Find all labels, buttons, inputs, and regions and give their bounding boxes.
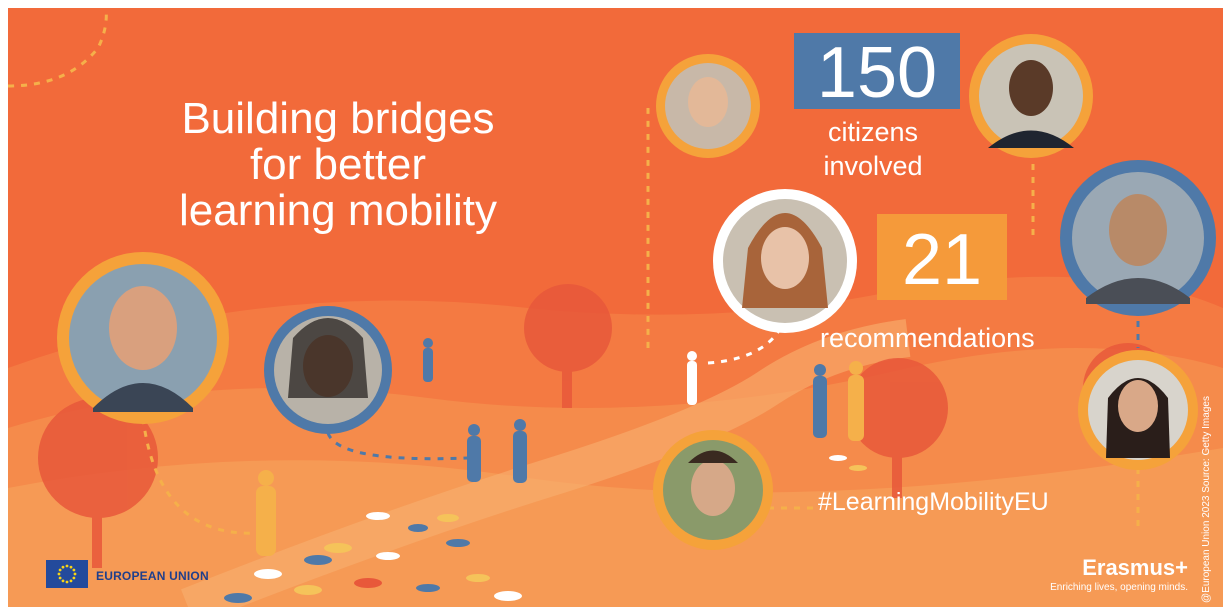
- eu-flag-icon: [46, 560, 88, 588]
- headline-line-2: for better: [249, 140, 427, 189]
- portrait-man-scarf: [1060, 160, 1216, 316]
- image-credit: @European Union 2023 Source: Getty Image…: [1201, 396, 1212, 603]
- stat-citizens-number-box: 150: [794, 33, 960, 109]
- portrait-young-man: [653, 430, 773, 550]
- stat-citizens-label: citizens involved: [798, 115, 948, 183]
- portrait-man-suit: [969, 34, 1093, 158]
- stat-citizens-label-line-2: involved: [823, 151, 923, 181]
- headline: Building bridges for better learning mob…: [148, 96, 528, 234]
- banner: Building bridges for better learning mob…: [8, 8, 1223, 607]
- erasmus-logo-name: Erasmus+: [1082, 555, 1188, 580]
- headline-line-3: learning mobility: [179, 186, 497, 235]
- stat-recommendations-label-text: recommendations: [820, 323, 1035, 353]
- portrait-woman-redhair: [713, 189, 857, 333]
- stat-citizens-number: 150: [816, 33, 938, 113]
- portrait-woman-darkhair: [1078, 350, 1198, 470]
- portrait-woman-sunglasses: [264, 306, 392, 434]
- stat-citizens-label-line-1: citizens: [827, 117, 919, 147]
- eu-label: EUROPEAN UNION: [96, 569, 209, 583]
- stat-recommendations-number-box: 21: [877, 214, 1007, 300]
- headline-line-1: Building bridges: [181, 94, 495, 143]
- stat-recommendations-label: recommendations: [820, 321, 1080, 355]
- hashtag: #LearningMobilityEU: [818, 488, 1049, 516]
- portrait-woman-smiling: [656, 54, 760, 158]
- stat-recommendations-number: 21: [901, 220, 983, 300]
- portrait-man-beard: [57, 252, 229, 424]
- erasmus-tagline: Enriching lives, opening minds.: [1050, 582, 1188, 593]
